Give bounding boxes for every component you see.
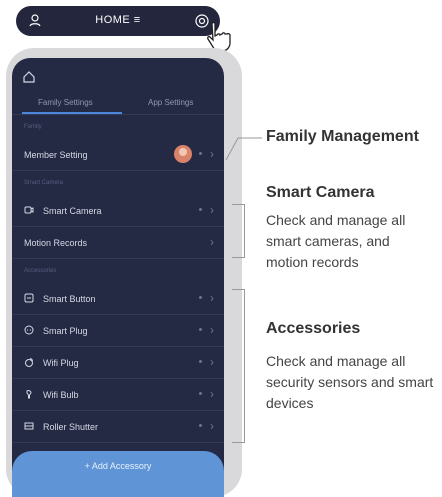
camera-icon — [24, 206, 34, 214]
section-accessories: Accessories — [24, 268, 57, 274]
callout-line: motion records — [266, 254, 359, 270]
callout-line: Check and manage all — [266, 353, 406, 369]
callout-line: security sensors and smart — [266, 374, 434, 390]
list-item-motion-records[interactable]: Motion Records › — [12, 226, 224, 259]
dot-icon — [199, 392, 202, 395]
smart-plug-label: Smart Plug — [43, 326, 88, 336]
list-item-smart-plug[interactable]: Smart Plug › — [12, 314, 224, 347]
callout-smart-camera-title: Smart Camera — [266, 184, 375, 201]
chevron-right-icon: › — [210, 235, 214, 249]
chevron-right-icon: › — [210, 323, 214, 337]
dot-icon — [199, 296, 202, 299]
list-item-smart-camera[interactable]: Smart Camera › — [12, 194, 224, 227]
list-item-smart-button[interactable]: Smart Button › — [12, 282, 224, 315]
motion-records-label: Motion Records — [24, 238, 88, 248]
callout-smart-camera-text: Check and manage all smart cameras, and … — [266, 210, 405, 273]
dot-icon — [199, 152, 202, 155]
add-accessory-button[interactable]: + Add Accessory — [12, 451, 224, 497]
callout-family-management: Family Management — [266, 128, 419, 145]
dot-icon — [199, 328, 202, 331]
dot-icon — [199, 424, 202, 427]
tab-app-settings[interactable]: App Settings — [148, 98, 193, 107]
callout-line: smart cameras, and — [266, 233, 390, 249]
chevron-right-icon: › — [210, 355, 214, 369]
dot-icon — [199, 208, 202, 211]
callout-accessories-title: Accessories — [266, 320, 361, 337]
plug-icon — [24, 325, 34, 335]
chevron-right-icon: › — [210, 203, 214, 217]
section-smart-camera: Smart Camera — [24, 180, 64, 186]
chevron-right-icon: › — [210, 419, 214, 433]
dot-icon — [199, 360, 202, 363]
list-item-wifi-plug[interactable]: Wifi Plug › — [12, 346, 224, 379]
roller-shutter-label: Roller Shutter — [43, 422, 99, 432]
home-icon[interactable] — [22, 70, 36, 84]
avatar — [174, 145, 192, 163]
wifi-plug-label: Wifi Plug — [43, 358, 79, 368]
chevron-right-icon: › — [210, 147, 214, 161]
wifi-plug-icon — [25, 358, 33, 367]
chevron-right-icon: › — [210, 387, 214, 401]
home-title[interactable]: HOME ≡ — [16, 14, 220, 26]
callout-line: Check and manage all — [266, 212, 406, 228]
list-item-roller-shutter[interactable]: Roller Shutter › — [12, 410, 224, 443]
callout-line: devices — [266, 395, 314, 411]
smart-button-label: Smart Button — [43, 294, 96, 304]
list-item-wifi-bulb[interactable]: Wifi Bulb › — [12, 378, 224, 411]
section-family: Family — [24, 124, 42, 130]
wifi-bulb-label: Wifi Bulb — [43, 390, 79, 400]
list-item-member-setting[interactable]: Member Setting › — [12, 138, 224, 171]
roller-shutter-icon — [24, 422, 34, 430]
smart-camera-label: Smart Camera — [43, 206, 102, 216]
button-icon — [24, 293, 34, 303]
callout-bracket-camera — [232, 204, 245, 258]
tab-divider — [12, 114, 224, 115]
top-nav-bar: HOME ≡ — [16, 6, 220, 36]
callout-arrow-family — [225, 137, 262, 161]
chevron-right-icon: › — [210, 291, 214, 305]
tab-family-settings[interactable]: Family Settings — [38, 98, 93, 107]
callout-accessories-text: Check and manage all security sensors an… — [266, 351, 433, 414]
callout-bracket-accessories — [232, 289, 245, 443]
phone-screen: Family Settings App Settings Family Memb… — [12, 58, 224, 497]
member-setting-label: Member Setting — [24, 150, 88, 160]
bulb-icon — [26, 390, 32, 399]
